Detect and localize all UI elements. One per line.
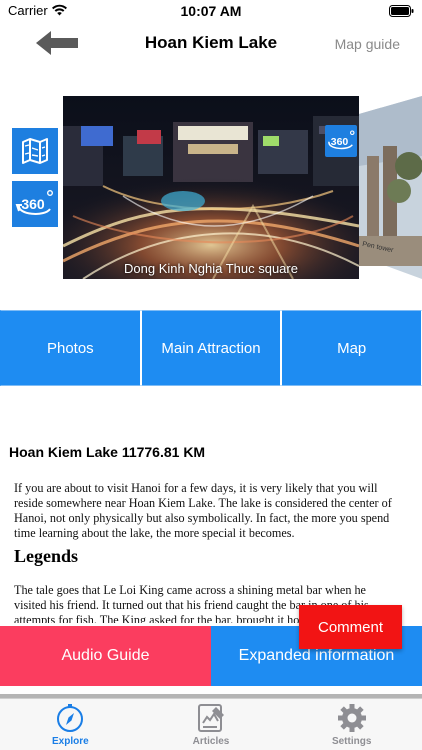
photo-360-label: 360	[331, 136, 349, 148]
photo-caption: Dong Kinh Nghia Thuc square	[124, 261, 298, 276]
360-view-icon: 360	[15, 190, 54, 215]
tab-settings[interactable]: Settings	[281, 699, 422, 750]
tab-articles-label: Articles	[192, 736, 230, 747]
bottom-tab-bar: Explore Articles Settings	[0, 698, 422, 750]
tab-main-attraction[interactable]: Main Attraction	[140, 310, 282, 386]
audio-guide-button[interactable]: Audio Guide	[0, 626, 211, 686]
photo-image	[63, 96, 359, 279]
photo-360-badge[interactable]: 360	[325, 125, 357, 157]
tab-explore[interactable]: Explore	[0, 699, 141, 750]
article-paragraph: If you are about to visit Hanoi for a fe…	[14, 481, 392, 540]
360-label: 360	[21, 196, 45, 212]
next-gallery-photo[interactable]: Pen tower	[359, 96, 422, 279]
tab-explore-label: Explore	[51, 736, 89, 747]
tab-articles[interactable]: Articles	[141, 699, 282, 750]
comment-button[interactable]: Comment	[299, 605, 402, 649]
compass-icon	[57, 704, 84, 732]
map-view-button[interactable]	[12, 128, 58, 174]
360-view-icon: 360	[328, 130, 355, 150]
article-title: Hoan Kiem Lake 11776.81 KM	[9, 444, 206, 460]
section-heading: Legends	[14, 546, 79, 566]
map-guide-button[interactable]: Map guide	[335, 36, 400, 52]
tab-map[interactable]: Map	[281, 310, 422, 386]
section-tabs: Photos Main Attraction Map	[0, 310, 422, 386]
status-bar: Carrier 10:07 AM	[0, 0, 422, 24]
folded-map-icon	[22, 138, 48, 164]
gallery-photo[interactable]: 360 Dong Kinh Nghia Thuc square	[63, 96, 359, 279]
battery-icon	[389, 5, 414, 17]
gear-icon	[337, 704, 366, 732]
articles-icon	[198, 704, 224, 732]
tab-photos[interactable]: Photos	[0, 310, 141, 386]
divider	[0, 686, 422, 698]
status-time: 10:07 AM	[180, 3, 242, 19]
panorama-360-button[interactable]: 360	[12, 181, 58, 227]
navigation-bar: Hoan Kiem Lake Map guide	[0, 24, 422, 64]
tab-settings-label: Settings	[331, 736, 372, 747]
